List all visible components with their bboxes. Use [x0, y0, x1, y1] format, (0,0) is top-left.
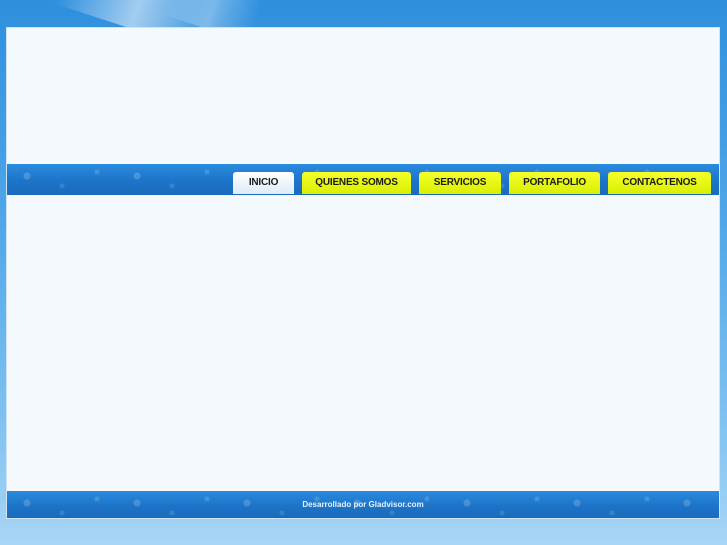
nav-tab-portafolio[interactable]: PORTAFOLIO — [509, 172, 600, 194]
nav-tab-inicio[interactable]: INICIO — [233, 172, 294, 194]
page-frame: INICIO QUIENES SOMOS SERVICIOS PORTAFOLI… — [6, 27, 720, 519]
main-nav-bar: INICIO QUIENES SOMOS SERVICIOS PORTAFOLI… — [7, 164, 719, 195]
main-content-area — [7, 195, 719, 491]
nav-tab-quienes-somos[interactable]: QUIENES SOMOS — [302, 172, 411, 194]
footer-credit-link[interactable]: Desarrollado por Gladvisor.com — [7, 491, 719, 518]
nav-tab-contactenos[interactable]: CONTACTENOS — [608, 172, 711, 194]
header-area — [7, 28, 719, 164]
nav-tab-servicios[interactable]: SERVICIOS — [419, 172, 501, 194]
page: { "nav": { "items": [ {"label": "INICIO"… — [0, 0, 727, 545]
footer-bar: Desarrollado por Gladvisor.com — [7, 491, 719, 518]
